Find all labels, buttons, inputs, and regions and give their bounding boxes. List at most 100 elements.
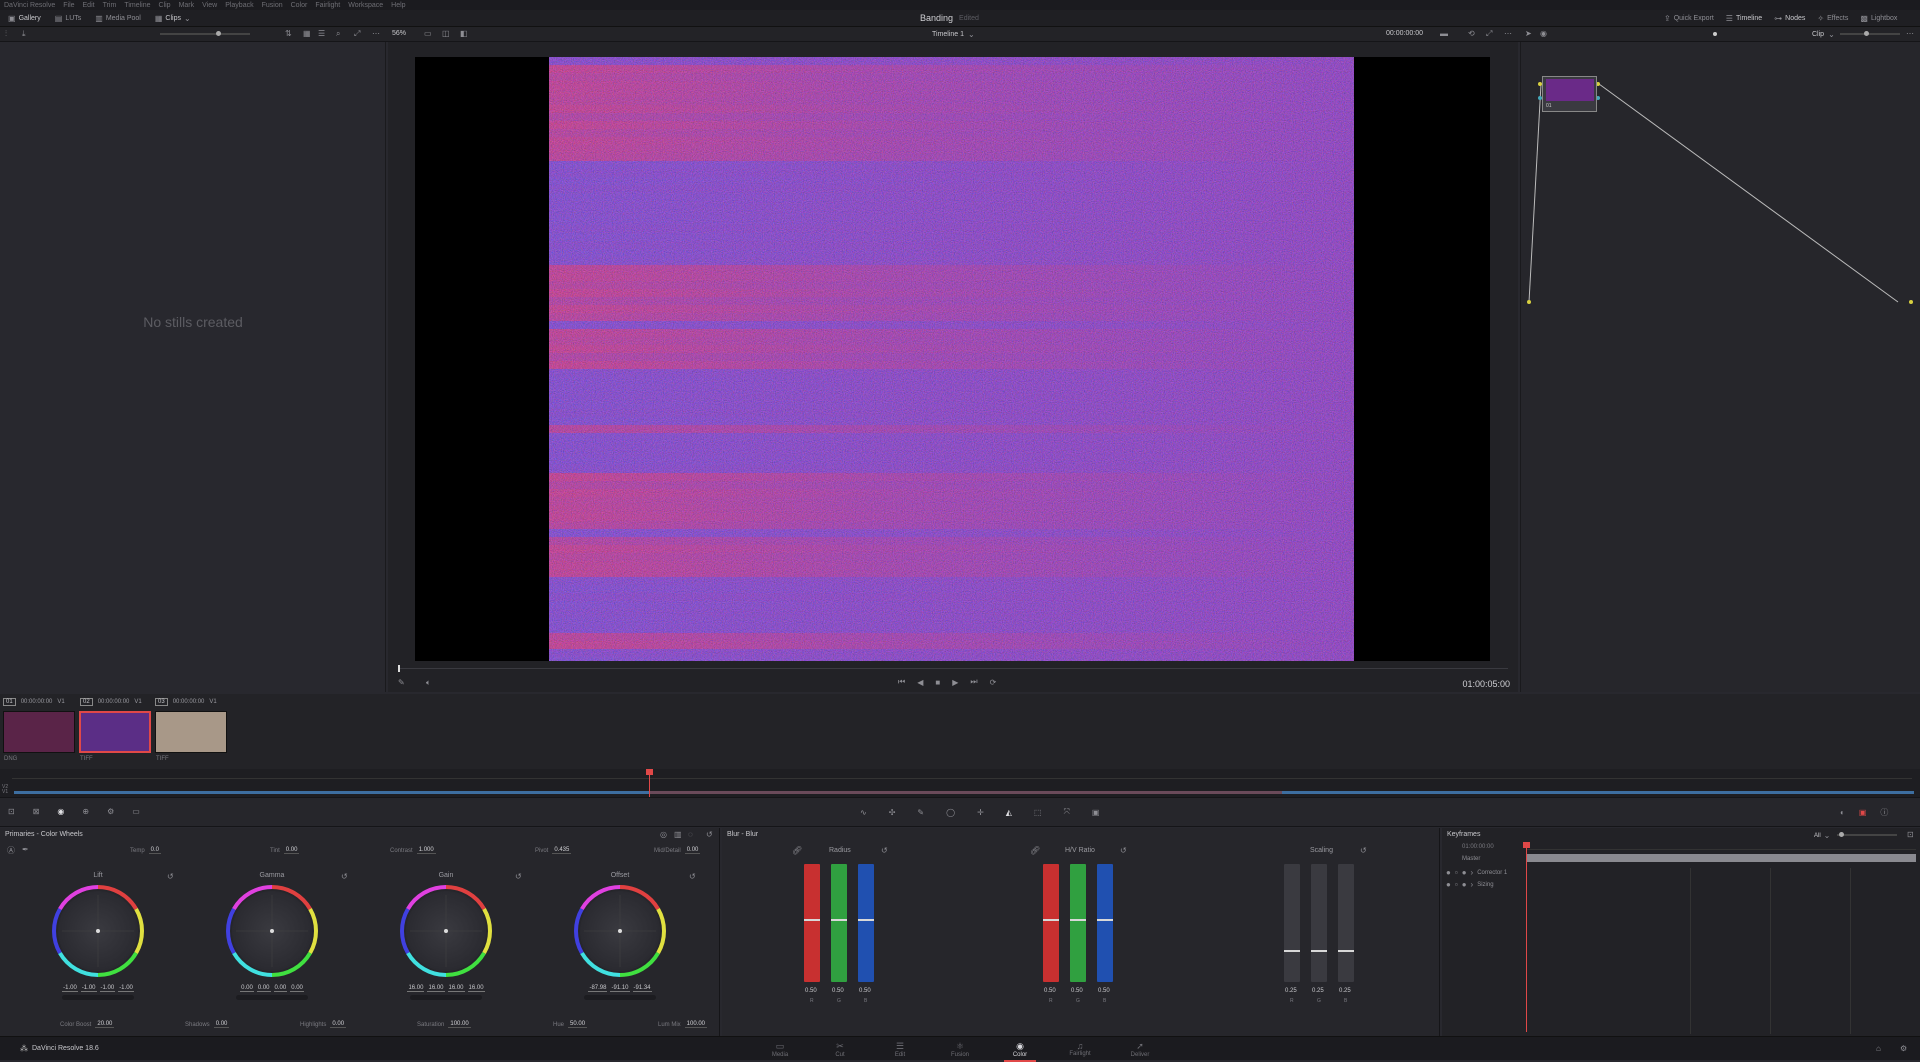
scaling-slider-b[interactable]: [1338, 864, 1354, 982]
skip-to-start-icon[interactable]: ⏮︎: [898, 677, 905, 687]
radius-slider-g[interactable]: [831, 864, 847, 982]
luts-button[interactable]: ▤ LUTs: [51, 11, 86, 25]
expand-arrow-icon[interactable]: ›: [1471, 880, 1474, 889]
menu-item-trim[interactable]: Trim: [103, 2, 117, 9]
wheel-value[interactable]: 16.00: [407, 985, 425, 992]
nodes-button[interactable]: ⊶ Nodes: [1770, 11, 1809, 25]
bars-mode-icon[interactable]: ▥: [674, 830, 682, 839]
viewer-timecode[interactable]: 00:00:00:00: [1386, 30, 1423, 37]
scaling-reset-icon[interactable]: ↺: [1360, 846, 1367, 855]
hdr-icon[interactable]: ⊕: [82, 807, 89, 816]
timeline-playhead[interactable]: [646, 769, 653, 797]
wheel-jog-dial[interactable]: [584, 995, 656, 1000]
color-wheel-lift[interactable]: Lift -1.00 -1.00 -1.00 -1.00: [52, 872, 144, 1000]
3d-icon[interactable]: ▣: [1092, 808, 1100, 817]
hue-field[interactable]: 50.00: [568, 1021, 588, 1028]
sizing-icon[interactable]: ⤧: [1063, 807, 1069, 817]
temp-field[interactable]: 0.0: [148, 847, 162, 854]
grab-still-icon[interactable]: ⤓: [22, 29, 26, 39]
hv-value[interactable]: 0.50: [1071, 988, 1083, 994]
menu-item-playback[interactable]: Playback: [225, 2, 253, 9]
wheel-value[interactable]: 16.00: [447, 985, 465, 992]
color-match-icon[interactable]: ⊠: [33, 807, 40, 816]
page-color[interactable]: ◉ Color: [998, 1041, 1042, 1062]
menu-item-fusion[interactable]: Fusion: [262, 2, 283, 9]
effects-button[interactable]: ✧ Effects: [1813, 11, 1852, 25]
wheel-value[interactable]: 16.00: [467, 985, 485, 992]
slider-handle[interactable]: [216, 31, 221, 36]
hv-slider-g[interactable]: [1070, 864, 1086, 982]
key-icon[interactable]: ⬚: [1034, 808, 1042, 817]
scaling-value[interactable]: 0.25: [1312, 988, 1324, 994]
wheel-value[interactable]: -91.10: [610, 985, 630, 992]
sort-icon[interactable]: ⇅: [285, 29, 292, 38]
hv-slider-r[interactable]: [1043, 864, 1059, 982]
scopes-icon[interactable]: ◐: [1840, 808, 1845, 817]
wheel-reset-icon[interactable]: ↺: [167, 872, 174, 881]
clips-button[interactable]: ▦ Clips ⌄: [151, 11, 195, 25]
play-icon[interactable]: ▶: [952, 678, 958, 687]
page-deliver[interactable]: ➚ Deliver: [1118, 1041, 1162, 1058]
hv-slider-b[interactable]: [1097, 864, 1113, 982]
wheel-jog-dial[interactable]: [410, 995, 482, 1000]
wheel-value[interactable]: -1.00: [99, 985, 116, 992]
timeline-selector[interactable]: Timeline 1 ⌄: [932, 30, 975, 39]
mini-timeline[interactable]: V2 V1: [0, 769, 1920, 797]
slider-handle[interactable]: [1864, 31, 1869, 36]
wheel-value[interactable]: -1.00: [118, 985, 134, 992]
menu-item-clip[interactable]: Clip: [159, 2, 171, 9]
menu-item-edit[interactable]: Edit: [83, 2, 95, 9]
shadows-field[interactable]: 0.00: [213, 1021, 230, 1028]
radius-value[interactable]: 0.50: [859, 988, 871, 994]
primaries-icon[interactable]: ◉: [57, 807, 64, 816]
stop-icon[interactable]: ■: [935, 678, 940, 687]
auto-balance-icon[interactable]: Ⓐ: [7, 845, 15, 856]
viewer-options-icon[interactable]: ▬: [1440, 29, 1448, 38]
fullscreen-icon[interactable]: ⤢: [1486, 29, 1492, 39]
scaling-value[interactable]: 0.25: [1339, 988, 1351, 994]
wheels-mode-icon[interactable]: ◎: [660, 830, 667, 839]
wheel-graphic[interactable]: [226, 885, 318, 977]
wheel-jog-dial[interactable]: [62, 995, 134, 1000]
page-fairlight[interactable]: ♫ Fairlight: [1058, 1041, 1102, 1057]
wheel-reset-icon[interactable]: ↺: [689, 872, 696, 881]
node-zoom-indicator[interactable]: [1713, 32, 1717, 36]
menu-item-help[interactable]: Help: [391, 2, 405, 9]
page-cut[interactable]: ✂ Cut: [818, 1041, 862, 1058]
color-wheel-offset[interactable]: Offset -87.98 -91.10 -91.34: [574, 872, 666, 1000]
home-icon[interactable]: ⌂: [1876, 1044, 1881, 1053]
menu-item-view[interactable]: View: [202, 2, 217, 9]
wheel-jog-dial[interactable]: [236, 995, 308, 1000]
menu-item-fairlight[interactable]: Fairlight: [315, 2, 340, 9]
skip-to-end-icon[interactable]: ⏭︎: [970, 677, 977, 687]
color-warper-icon[interactable]: ✣: [889, 808, 896, 817]
node-zoom-slider[interactable]: [1840, 31, 1900, 36]
expand-arrow-icon[interactable]: ›: [1471, 868, 1474, 877]
wheel-value[interactable]: 0.00: [256, 985, 271, 992]
timeline-button[interactable]: ☰ Timeline: [1722, 11, 1766, 25]
rgb-mixer-icon[interactable]: ⚙: [107, 807, 114, 816]
zoom-level[interactable]: 56%: [392, 30, 406, 37]
contrast-field[interactable]: 1.000: [416, 847, 436, 854]
scaling-slider-r[interactable]: [1284, 864, 1300, 982]
radius-slider-b[interactable]: [858, 864, 874, 982]
settings-icon[interactable]: ⚙: [1900, 1044, 1907, 1053]
wheel-reset-icon[interactable]: ↺: [515, 872, 522, 881]
wheel-value[interactable]: -1.00: [62, 985, 78, 992]
menu-item-color[interactable]: Color: [291, 2, 308, 9]
radius-slider-r[interactable]: [804, 864, 820, 982]
lummix-field[interactable]: 100.00: [684, 1021, 708, 1028]
step-back-icon[interactable]: ◀: [917, 678, 923, 687]
blur-icon[interactable]: ◭: [1006, 808, 1012, 817]
node-mode-selector[interactable]: Clip ⌄: [1812, 30, 1835, 39]
timeline-current-clip[interactable]: [650, 791, 1282, 794]
node-01[interactable]: 01: [1542, 76, 1597, 112]
wheel-value[interactable]: -1.00: [80, 985, 97, 992]
qualifier-icon[interactable]: ✎: [917, 808, 924, 817]
wheel-graphic[interactable]: [574, 885, 666, 977]
loop-icon[interactable]: ⟲: [1468, 29, 1475, 38]
keyframe-row-sizing[interactable]: ● ▫ ● › Sizing: [1446, 880, 1494, 889]
scaling-slider-g[interactable]: [1311, 864, 1327, 982]
sidebar-toggle-icon[interactable]: ⫶: [5, 29, 7, 39]
wheel-value[interactable]: -87.98: [588, 985, 608, 992]
